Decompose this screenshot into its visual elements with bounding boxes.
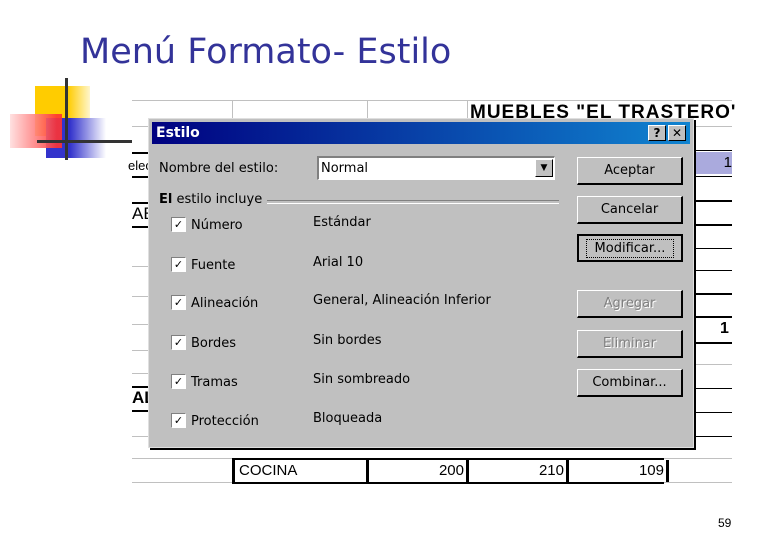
help-button[interactable]: ? xyxy=(648,125,666,141)
modify-button[interactable]: Modificar... xyxy=(577,234,683,262)
option-value: Sin bordes xyxy=(313,333,382,348)
grid-line xyxy=(694,293,732,295)
option-label: Alineación xyxy=(191,296,259,311)
checkbox-icon[interactable]: ✓ xyxy=(171,413,186,428)
highlighted-cell[interactable]: 1 xyxy=(694,152,732,174)
add-button[interactable]: Agregar xyxy=(577,290,683,318)
checkbox-icon[interactable]: ✓ xyxy=(171,295,186,310)
grid-line xyxy=(694,176,732,177)
grid-line xyxy=(694,342,732,344)
cell-value[interactable]: 109 xyxy=(569,460,669,482)
option-value: Bloqueada xyxy=(313,411,383,426)
cancel-button[interactable]: Cancelar xyxy=(577,196,683,224)
option-value: General, Alineación Inferior xyxy=(313,293,491,308)
style-dialog: Estilo ? ✕ Nombre del estilo: Normal ▼ E… xyxy=(148,118,694,448)
grid-line xyxy=(694,316,732,318)
page-number: 59 xyxy=(718,516,732,530)
grid-line xyxy=(694,412,732,413)
cell-name[interactable]: COCINA xyxy=(232,460,369,482)
checkbox-icon[interactable]: ✓ xyxy=(171,374,186,389)
grid-line xyxy=(694,200,732,202)
table-row[interactable]: COCINA 200 210 109 xyxy=(232,458,669,484)
delete-button[interactable]: Eliminar xyxy=(577,330,683,358)
grid-line xyxy=(694,224,732,226)
grid-line xyxy=(694,388,732,389)
grid-line xyxy=(694,248,732,249)
option-value: Sin sombreado xyxy=(313,372,411,387)
checkbox-icon[interactable]: ✓ xyxy=(171,217,186,232)
group-label-bold: El xyxy=(159,192,173,207)
style-name-value: Normal xyxy=(321,161,369,176)
accept-button[interactable]: Aceptar xyxy=(577,157,683,185)
chevron-down-icon[interactable]: ▼ xyxy=(535,159,553,177)
style-name-select[interactable]: Normal ▼ xyxy=(317,156,555,180)
grid-line xyxy=(694,270,732,271)
grid-line xyxy=(132,100,732,101)
cell-value: 1 xyxy=(720,320,729,337)
close-button[interactable]: ✕ xyxy=(668,125,686,141)
grid-line xyxy=(694,126,732,127)
cell-value[interactable]: 200 xyxy=(369,460,469,482)
option-label: Tramas xyxy=(191,375,238,390)
option-label: Bordes xyxy=(191,336,237,351)
option-label: Protección xyxy=(191,414,259,429)
grid-line xyxy=(694,436,732,437)
merge-button[interactable]: Combinar... xyxy=(577,369,683,397)
checkbox-icon[interactable]: ✓ xyxy=(171,257,186,272)
slide-title: Menú Formato- Estilo xyxy=(80,32,452,72)
option-value: Arial 10 xyxy=(313,255,364,270)
group-divider xyxy=(267,200,559,204)
option-label: Número xyxy=(191,218,243,233)
cell-value[interactable]: 210 xyxy=(469,460,569,482)
modify-button-label: Modificar... xyxy=(585,239,675,258)
group-label: El estilo incluye xyxy=(159,192,262,207)
group-label-rest: estilo incluye xyxy=(172,192,263,207)
decorative-vertical-line xyxy=(65,78,68,160)
decorative-horizontal-line xyxy=(37,140,132,143)
style-name-label: Nombre del estilo: xyxy=(159,161,279,176)
option-value: Estándar xyxy=(313,215,371,230)
dialog-title: Estilo xyxy=(156,125,200,141)
dialog-titlebar[interactable]: Estilo ? ✕ xyxy=(152,122,690,144)
grid-line xyxy=(694,150,732,151)
grid-line xyxy=(694,364,732,365)
checkbox-icon[interactable]: ✓ xyxy=(171,335,186,350)
option-label: Fuente xyxy=(191,258,236,273)
